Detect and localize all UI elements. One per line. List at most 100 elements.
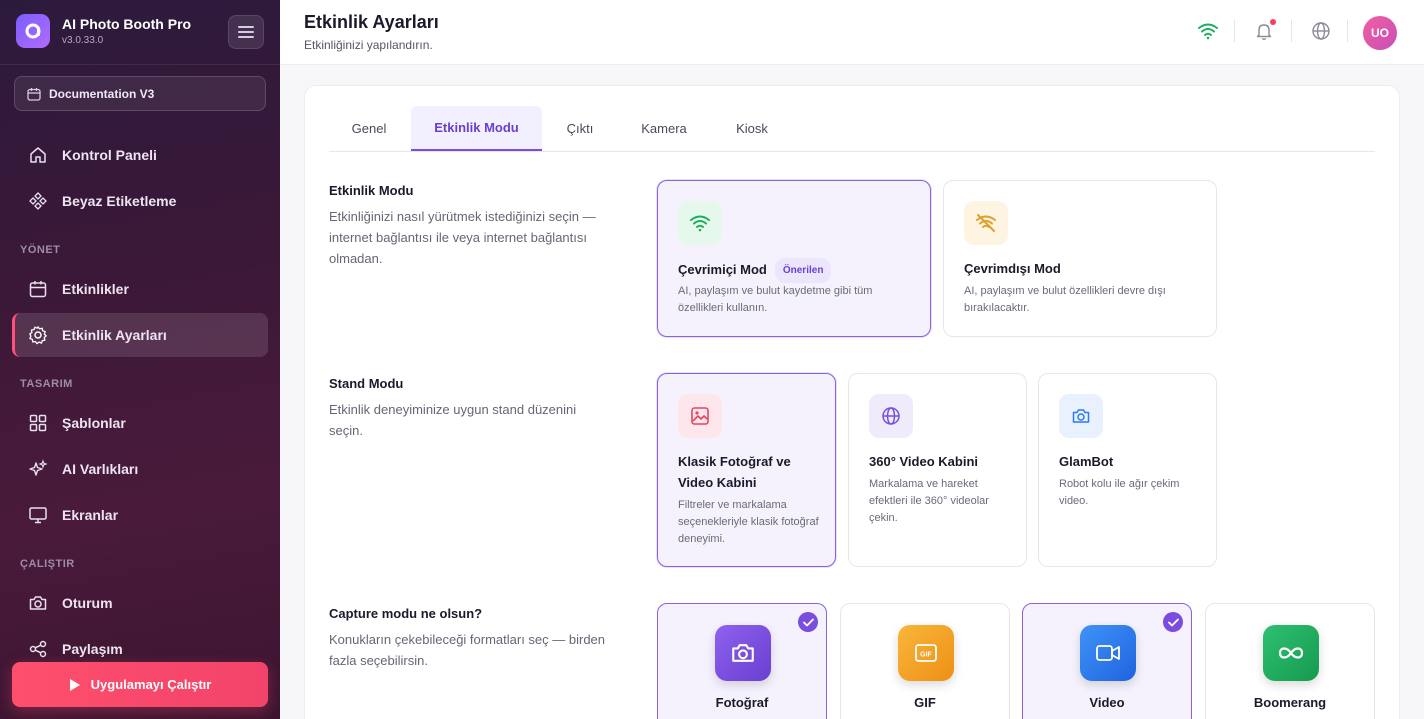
section-label-design: TASARIM [20,378,73,390]
online-mode-description: AI, paylaşım ve bulut kaydetme gibi tüm … [678,285,873,314]
notifications-button[interactable] [1251,18,1277,44]
sparkle-icon [29,459,48,476]
tab-general[interactable]: Genel [329,106,409,151]
page-subtitle: Etkinliğinizi yapılandırın. [304,38,433,52]
offline-mode-card[interactable]: Çevrimdışı Mod AI, paylaşım ve bulut öze… [943,180,1217,337]
header-divider [1234,20,1235,42]
gif-icon: GIF [898,625,954,681]
tab-camera[interactable]: Kamera [619,106,709,151]
wifi-off-icon [964,201,1008,245]
gear-icon [29,326,47,345]
capture-photo-card[interactable]: Fotoğraf [657,603,827,719]
hamburger-icon [238,26,254,38]
stand-mode-title: Stand Modu [329,376,404,391]
header-divider [1347,20,1348,42]
run-app-label: Uygulamayı Çalıştır [90,677,212,692]
classic-booth-description: Filtreler ve markalama seçenekleriyle kl… [678,499,819,545]
section-label-manage: YÖNET [20,244,61,256]
monitor-icon [29,507,47,524]
sidebar-item-label: Etkinlikler [62,281,129,297]
sidebar-item-session[interactable]: Oturum [12,581,268,625]
camera-icon [29,596,47,610]
workspace-label: Documentation V3 [49,86,155,101]
recommended-badge: Önerilen [774,258,832,283]
tab-output[interactable]: Çıktı [544,106,616,151]
sidebar-item-label: Ekranlar [62,507,119,523]
glambot-card[interactable]: GlamBot Robot kolu ile ağır çekim video. [1038,373,1217,567]
user-avatar[interactable]: UO [1363,16,1397,50]
wifi-icon [678,201,722,245]
online-mode-title: Çevrimiçi Mod Önerilen [678,258,832,283]
grid-icon [29,414,47,432]
connection-status-button[interactable] [1195,18,1221,44]
settings-panel: Genel Etkinlik Modu Çıktı Kamera Kiosk E… [304,85,1400,719]
svg-text:GIF: GIF [920,652,932,659]
camera-icon [1059,394,1103,438]
sidebar-item-label: Şablonlar [62,415,126,431]
sidebar-item-label: AI Varlıkları [62,461,139,477]
sidebar-item-templates[interactable]: Şablonlar [12,401,268,445]
language-button[interactable] [1308,18,1334,44]
sidebar-item-dashboard[interactable]: Kontrol Paneli [12,133,268,177]
sidebar-item-label: Etkinlik Ayarları [62,327,167,343]
sidebar-item-label: Paylaşım [62,641,123,657]
classic-booth-card[interactable]: Klasik Fotoğraf ve Video Kabini Filtrele… [657,373,836,567]
run-app-button[interactable]: Uygulamayı Çalıştır [12,662,268,707]
calendar-icon [29,281,47,298]
sidebar-item-label: Oturum [62,595,113,611]
top-header: Etkinlik Ayarları Etkinliğinizi yapıland… [280,0,1424,65]
video-360-card[interactable]: 360° Video Kabini Markalama ve hareket e… [848,373,1027,567]
video-icon [1080,625,1136,681]
event-mode-description: Etkinliğinizi nasıl yürütmek istediğiniz… [329,209,596,266]
offline-mode-title: Çevrimdışı Mod [964,261,1061,276]
calendar-icon [27,87,41,101]
infinity-icon [1263,625,1319,681]
classic-booth-title: Klasik Fotoğraf ve Video Kabini [678,454,791,490]
play-icon [69,678,80,691]
online-mode-card[interactable]: Çevrimiçi Mod Önerilen AI, paylaşım ve bu… [657,180,931,337]
tab-kiosk[interactable]: Kiosk [712,106,792,151]
app-version: v3.0.33.0 [62,35,104,46]
offline-mode-description: AI, paylaşım ve bulut özellikleri devre … [964,285,1166,314]
app-title: AI Photo Booth Pro [62,16,192,32]
video-360-title: 360° Video Kabini [869,454,978,469]
camera-icon [715,625,771,681]
wifi-icon [1198,23,1218,40]
settings-tabs: Genel Etkinlik Modu Çıktı Kamera Kiosk [329,106,1375,152]
home-icon [30,147,46,163]
sidebar-item-event-settings[interactable]: Etkinlik Ayarları [12,313,268,357]
sidebar-item-events[interactable]: Etkinlikler [12,267,268,311]
capture-gif-label: GIF [914,695,936,710]
glambot-title: GlamBot [1059,454,1114,469]
app-logo-icon [16,14,50,48]
globe-icon [1312,22,1330,40]
capture-photo-label: Fotoğraf [715,695,769,710]
page-title: Etkinlik Ayarları [304,12,439,32]
palette-icon [29,192,47,210]
event-mode-title: Etkinlik Modu [329,183,414,198]
capture-boomerang-label: Boomerang [1253,695,1327,710]
sidebar-item-screens[interactable]: Ekranlar [12,493,268,537]
sidebar-item-label: Beyaz Etiketleme [62,193,177,209]
stand-mode-description: Etkinlik deneyiminize uygun stand düzeni… [329,402,577,438]
capture-video-card[interactable]: Video [1022,603,1192,719]
globe-icon [869,394,913,438]
section-label-run: ÇALIŞTIR [20,558,75,570]
capture-video-label: Video [1089,695,1125,710]
video-360-description: Markalama ve hareket efektleri ile 360° … [869,478,989,524]
image-icon [678,394,722,438]
menu-toggle-button[interactable] [228,15,264,49]
sidebar-item-ai-assets[interactable]: AI Varlıkları [12,447,268,491]
tab-event-mode[interactable]: Etkinlik Modu [411,106,542,151]
check-icon [1163,612,1183,632]
check-icon [798,612,818,632]
sidebar: AI Photo Booth Pro v3.0.33.0 Documentati… [0,0,280,719]
capture-gif-card[interactable]: GIF GIF [840,603,1010,719]
sidebar-item-label: Kontrol Paneli [62,147,157,163]
sidebar-item-white-label[interactable]: Beyaz Etiketleme [12,179,268,223]
workspace-selector[interactable]: Documentation V3 [14,76,266,111]
brand[interactable]: AI Photo Booth Pro v3.0.33.0 [16,14,191,48]
capture-boomerang-card[interactable]: Boomerang [1205,603,1375,719]
capture-mode-description: Konukların çekebileceği formatları seç —… [329,632,606,668]
sidebar-divider [0,64,280,65]
